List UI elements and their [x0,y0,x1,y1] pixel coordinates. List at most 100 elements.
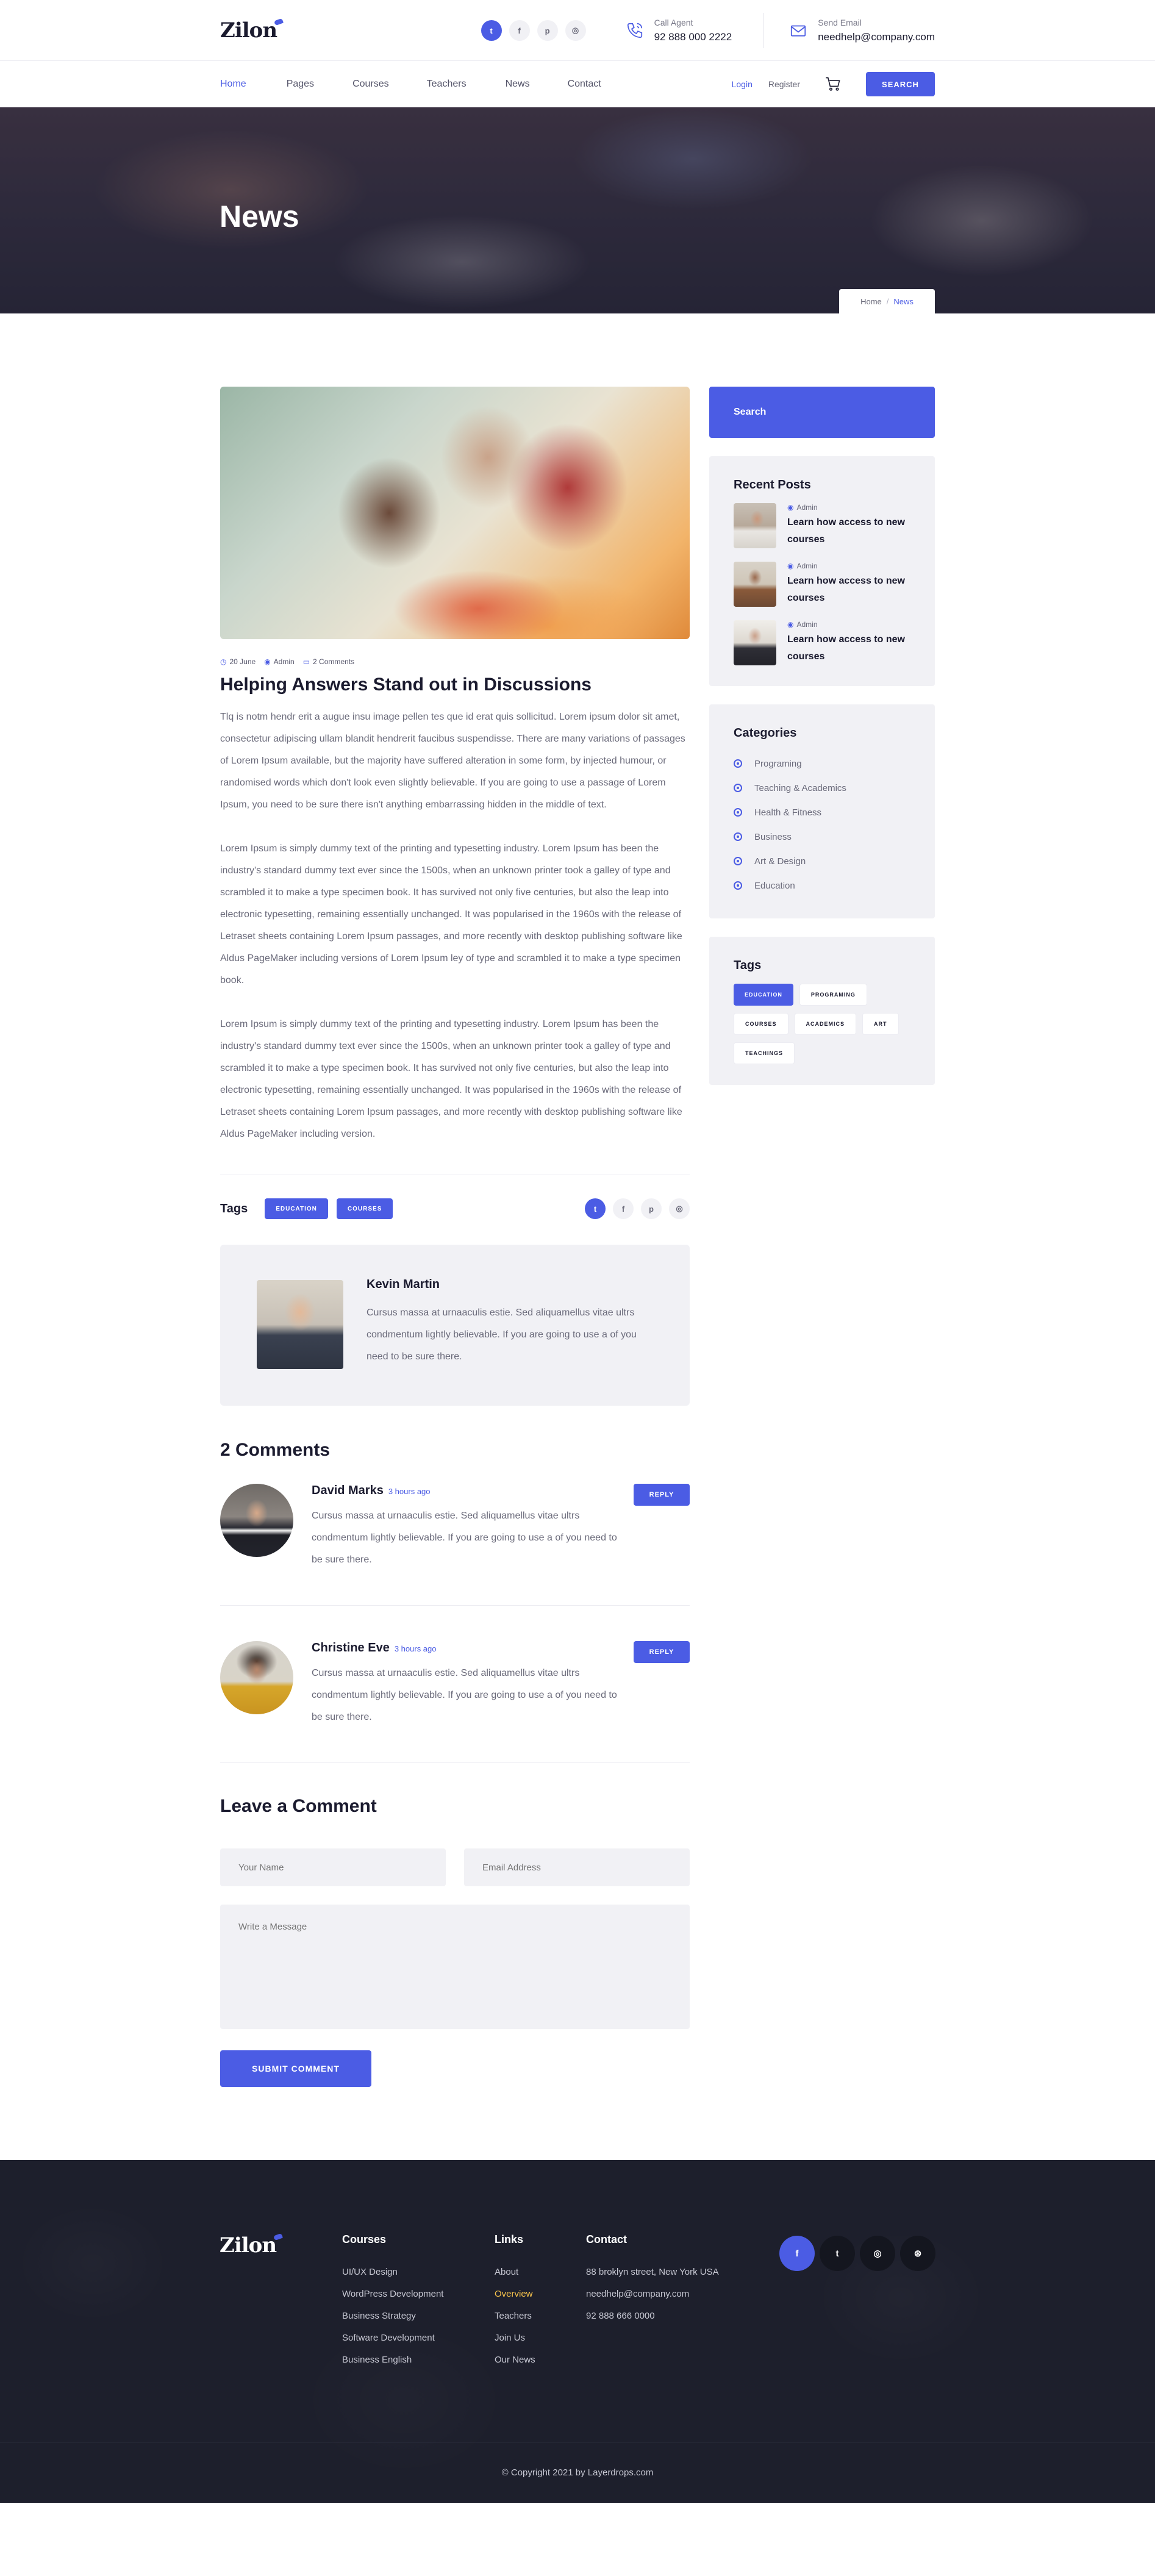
cart-icon[interactable] [824,76,842,93]
article-paragraph: Tlq is notm hendr erit a augue insu imag… [220,712,685,810]
search-button[interactable]: SEARCH [866,72,935,96]
name-field[interactable] [220,1848,446,1886]
tag-courses[interactable]: COURSES [336,1198,393,1219]
login-link[interactable]: Login [732,79,753,89]
email-address[interactable]: needhelp@company.com [818,31,935,43]
facebook-icon[interactable]: f [779,2236,815,2271]
tag-education[interactable]: EDUCATION [734,984,793,1006]
instagram-icon[interactable]: ◎ [565,20,586,41]
footer-course-link[interactable]: Software Development [342,2333,443,2355]
nav-item-home[interactable]: Home [220,79,246,90]
breadcrumb: Home / News [839,289,935,313]
message-field[interactable] [220,1905,690,2029]
copyright-text: © Copyright 2021 by Layerdrops.com [501,2467,654,2478]
site-logo[interactable]: Zilon [220,18,284,43]
meta-author[interactable]: ◉ Admin [264,657,295,666]
email-label: Send Email [818,18,862,27]
footer-phone[interactable]: 92 888 666 0000 [586,2311,719,2333]
share-links: t f p ◎ [585,1198,690,1219]
pinterest-icon[interactable]: p [641,1198,662,1219]
sidebar-search-input[interactable]: Search [709,387,935,438]
category-item[interactable]: Teaching & Academics [734,776,910,800]
facebook-icon[interactable]: f [613,1198,634,1219]
recent-post[interactable]: ◉ Admin Learn how access to new courses [734,503,910,548]
tag-academics[interactable]: ACADEMICS [794,1013,857,1035]
footer-email[interactable]: needhelp@company.com [586,2289,719,2311]
nav-item-news[interactable]: News [506,79,530,90]
page-title: News [220,199,299,234]
nav-item-teachers[interactable]: Teachers [427,79,467,90]
tag-programing[interactable]: PROGRAMING [799,984,867,1006]
comments-title: 2 Comments [220,1440,331,1460]
post-author: ◉ Admin [787,562,909,570]
footer-logo[interactable]: Zilon [220,2233,284,2258]
recent-post[interactable]: ◉ Admin Learn how access to new courses [734,562,910,607]
footer-link[interactable]: Overview [495,2289,535,2311]
breadcrumb-separator: / [886,296,889,306]
nav-menu: Home Pages Courses Teachers News Contact [220,79,601,90]
reply-button[interactable]: REPLY [634,1484,690,1506]
tag-art[interactable]: ART [862,1013,899,1035]
commenter-avatar [220,1484,293,1557]
footer-course-link[interactable]: WordPress Development [342,2289,443,2311]
facebook-icon[interactable]: f [509,20,530,41]
article-tags-share: Tags EDUCATION COURSES t f p ◎ [220,1198,690,1219]
footer-course-link[interactable]: Business Strategy [342,2311,443,2333]
meta-comments[interactable]: ▭ 2 Comments [303,657,354,666]
footer-link[interactable]: Our News [495,2355,535,2377]
category-item[interactable]: Health & Fitness [734,800,910,825]
footer-contact-title: Contact [586,2233,627,2245]
post-title[interactable]: Learn how access to new courses [787,573,909,607]
article-meta: ◷ 20 June ◉ Admin ▭ 2 Comments [220,657,690,666]
categories-title: Categories [734,726,797,740]
divider [763,13,765,48]
footer-link[interactable]: About [495,2267,535,2289]
submit-comment-button[interactable]: SUBMIT COMMENT [220,2050,371,2087]
post-title[interactable]: Learn how access to new courses [787,514,909,548]
twitter-icon[interactable]: t [820,2236,855,2271]
article-image [220,387,690,639]
call-number[interactable]: 92 888 000 2222 [654,31,732,43]
email-field[interactable] [464,1848,690,1886]
tag-courses[interactable]: COURSES [734,1013,788,1035]
breadcrumb-home[interactable]: Home [860,297,882,306]
pinterest-icon[interactable]: p [537,20,558,41]
category-item[interactable]: Education [734,873,910,898]
category-item[interactable]: Art & Design [734,849,910,873]
post-author: ◉ Admin [787,620,909,629]
sidebar: Search Recent Posts ◉ Admin Learn how acc… [709,387,935,2087]
instagram-icon[interactable]: ◎ [860,2236,895,2271]
envelope-icon [787,20,809,41]
footer-course-link[interactable]: Business English [342,2355,443,2377]
nav-item-contact[interactable]: Contact [568,79,601,90]
category-item[interactable]: Business [734,825,910,849]
recent-posts-widget: Recent Posts ◉ Admin Learn how access to … [709,456,935,686]
post-title[interactable]: Learn how access to new courses [787,631,909,665]
recent-post[interactable]: ◉ Admin Learn how access to new courses [734,620,910,665]
reply-button[interactable]: REPLY [634,1641,690,1663]
tag-teachings[interactable]: TEACHINGS [734,1042,795,1064]
main-content: ◷ 20 June ◉ Admin ▭ 2 Comments Helping Answ… [0,313,1155,2087]
footer-course-link[interactable]: UI/UX Design [342,2267,443,2289]
comment-text: Cursus massa at urnaaculis estie. Sed al… [312,1668,617,1722]
tags-title: Tags [220,1201,248,1215]
copyright-bar: © Copyright 2021 by Layerdrops.com [0,2442,1155,2503]
twitter-icon[interactable]: t [481,20,502,41]
twitter-icon[interactable]: t [585,1198,606,1219]
dribbble-icon[interactable]: ⊛ [900,2236,935,2271]
category-item[interactable]: Programing [734,751,910,776]
footer-link[interactable]: Teachers [495,2311,535,2333]
nav-item-courses[interactable]: Courses [352,79,389,90]
tags-widget-title: Tags [734,959,762,972]
author-avatar [257,1280,343,1369]
footer-link[interactable]: Join Us [495,2333,535,2355]
instagram-icon[interactable]: ◎ [669,1198,690,1219]
comment-time: 3 hours ago [394,1644,437,1653]
post-author-text: Admin [796,503,818,512]
tag-education[interactable]: EDUCATION [265,1198,328,1219]
call-label: Call Agent [654,18,693,27]
news-article: ◷ 20 June ◉ Admin ▭ 2 Comments Helping Answ… [220,387,690,2087]
register-link[interactable]: Register [768,79,800,89]
tags-widget: Tags EDUCATION PROGRAMING COURSES ACADEM… [709,937,935,1085]
nav-item-pages[interactable]: Pages [287,79,314,90]
